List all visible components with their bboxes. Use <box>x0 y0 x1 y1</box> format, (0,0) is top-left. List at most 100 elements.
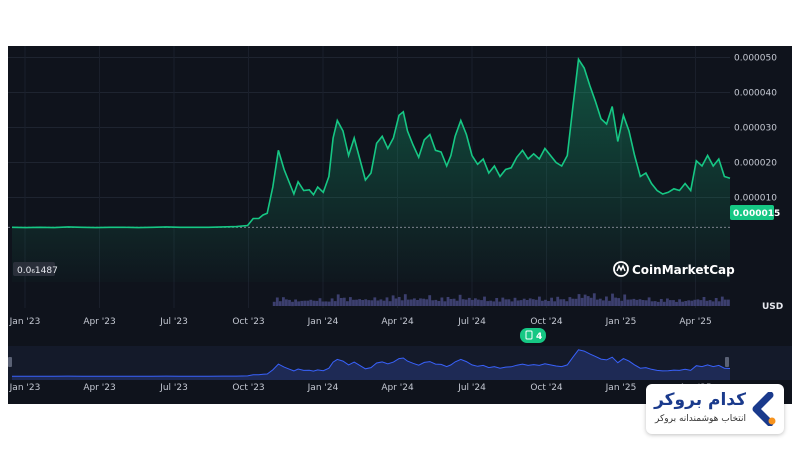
volume-bar <box>553 301 556 306</box>
volume-bar <box>327 301 331 306</box>
volume-bar <box>662 301 666 306</box>
x-axis: Jan '23 Apr '23 Jul '23 Oct '23 Jan '24 Apr '… <box>9 317 712 327</box>
volume-bar <box>452 298 456 306</box>
volume-bar <box>714 298 718 306</box>
volume-bar <box>534 299 538 307</box>
volume-bar <box>516 300 520 306</box>
volume-bar <box>321 301 325 306</box>
watermark-text: CoinMarketCap <box>632 263 735 277</box>
volume-bar <box>278 301 282 306</box>
volume-bar <box>583 294 587 307</box>
volume-bar <box>699 300 703 306</box>
volume-bar <box>342 297 346 306</box>
volume-bar <box>531 299 535 306</box>
navigator-x-tick-label: Jul '24 <box>457 383 486 393</box>
volume-bar <box>425 299 428 306</box>
volume-bar <box>687 300 691 306</box>
brand-subtitle: انتخاب هوشمندانه بروکر <box>655 414 746 424</box>
volume-bar <box>644 300 648 306</box>
baseline-label-box: 0.0₆1487 <box>13 262 58 276</box>
volume-bar <box>550 297 553 306</box>
x-tick-label: Jan '23 <box>9 317 41 327</box>
volume-bar <box>400 300 404 306</box>
navigator-x-tick-label: Jan '23 <box>9 383 41 393</box>
navigator-x-tick-label: Apr '24 <box>381 383 414 393</box>
volume-bar <box>422 298 425 306</box>
volume-bar <box>370 300 374 306</box>
y-tick-label: 0.000020 <box>734 159 777 169</box>
volume-bar <box>675 301 678 306</box>
y-tick-label: 0.000040 <box>734 89 777 99</box>
volume-bar <box>437 301 441 306</box>
navigator-right-handle[interactable] <box>725 357 729 367</box>
volume-bar <box>672 300 675 306</box>
x-tick-label: Apr '23 <box>83 317 115 327</box>
volume-bar <box>364 299 368 306</box>
volume-bar <box>577 294 581 306</box>
currency-label: USD <box>762 302 783 312</box>
volume-bar <box>397 297 401 306</box>
volume-bar <box>690 300 694 306</box>
volume-bar <box>708 300 712 307</box>
volume-bar <box>388 301 392 306</box>
volume-bar <box>467 297 471 306</box>
volume-bar <box>629 299 633 306</box>
volume-bar <box>373 297 377 306</box>
volume-bar <box>489 300 492 306</box>
events-badge[interactable]: 4 <box>520 328 546 343</box>
navigator-x-tick-label: Oct '24 <box>530 383 563 393</box>
volume-bar <box>602 300 605 306</box>
volume-bar <box>571 298 575 306</box>
volume-bar <box>495 298 499 306</box>
x-tick-label: Jan '25 <box>605 317 637 327</box>
navigator-x-tick-label: Oct '23 <box>232 383 264 393</box>
volume-bar <box>440 297 444 306</box>
volume-bar <box>339 298 343 306</box>
x-tick-label: Apr '25 <box>679 317 711 327</box>
volume-bar <box>449 299 453 306</box>
volume-bar <box>614 297 617 306</box>
volume-bar <box>336 294 340 306</box>
volume-bar <box>538 296 541 306</box>
volume-bar <box>717 301 721 306</box>
volume-bar <box>666 298 669 306</box>
volume-bar <box>306 300 310 306</box>
volume-bar <box>385 297 389 306</box>
volume-bar <box>659 299 663 306</box>
volume-bar <box>617 298 620 306</box>
chart-panel: 0.000010 0.000020 0.000030 0.000040 0.000050… <box>8 46 792 404</box>
volume-bar <box>519 300 523 306</box>
volume-bar <box>696 299 700 306</box>
volume-bar <box>669 300 672 307</box>
navigator-x-axis: Jan '23 Apr '23 Jul '23 Oct '23 Jan '24 Apr '… <box>9 383 712 393</box>
volume-bar <box>288 299 291 306</box>
volume-bar <box>486 301 489 306</box>
volume-bar <box>620 300 624 306</box>
brand-arrow-icon <box>752 392 776 426</box>
volume-bar <box>498 301 502 306</box>
volume-bar <box>291 301 294 307</box>
navigator-x-tick-label: Jan '24 <box>307 383 339 393</box>
current-price-label: 0.000015 <box>733 209 780 219</box>
volume-bar <box>419 298 422 306</box>
watermark: CoinMarketCap <box>613 261 735 277</box>
volume-bar <box>586 296 590 306</box>
volume-bar <box>574 298 578 306</box>
navigator-left-handle[interactable] <box>8 357 12 367</box>
volume-bar <box>458 294 462 306</box>
volume-bar <box>723 299 727 306</box>
x-tick-label: Oct '24 <box>530 317 563 327</box>
volume-bar <box>391 295 395 306</box>
volume-bar <box>355 299 358 306</box>
volume-bar <box>608 300 611 306</box>
volume-bar <box>568 297 572 306</box>
volume-bar <box>562 299 566 306</box>
volume-bar <box>711 301 715 306</box>
volume-bar <box>632 298 636 306</box>
volume-bar <box>361 300 364 306</box>
volume-bar <box>394 298 398 306</box>
volume-bar <box>309 299 313 306</box>
volume-bar <box>275 297 279 306</box>
volume-bar <box>656 301 660 306</box>
volume-bar <box>376 300 380 306</box>
